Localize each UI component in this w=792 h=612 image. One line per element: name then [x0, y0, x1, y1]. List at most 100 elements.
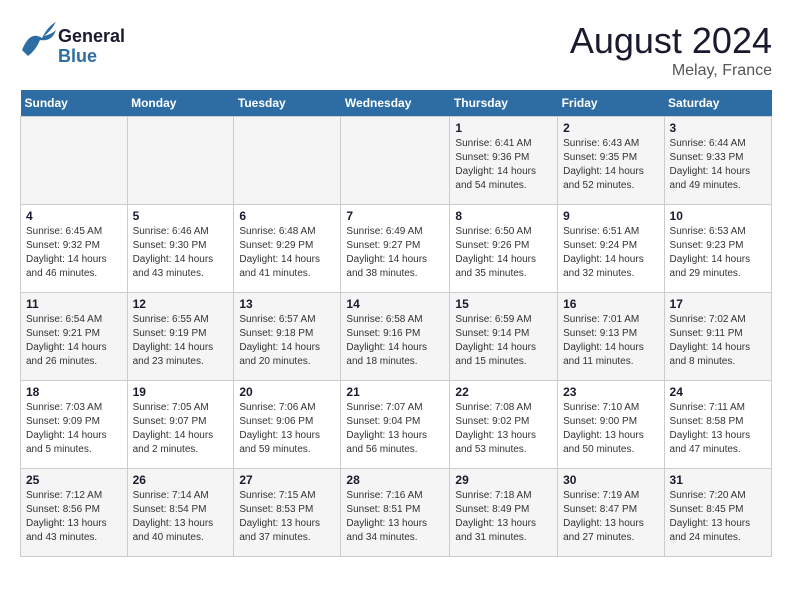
day-info: Sunrise: 7:01 AM Sunset: 9:13 PM Dayligh… [563, 313, 658, 369]
calendar-week-2: 4 Sunrise: 6:45 AM Sunset: 9:32 PM Daylig… [21, 205, 772, 293]
day-info: Sunrise: 7:03 AM Sunset: 9:09 PM Dayligh… [26, 401, 122, 457]
day-number: 30 [563, 473, 658, 487]
day-number: 4 [26, 209, 122, 223]
calendar-cell: 7 Sunrise: 6:49 AM Sunset: 9:27 PM Daylig… [341, 205, 450, 293]
day-number: 1 [455, 121, 552, 135]
calendar-cell: 28 Sunrise: 7:16 AM Sunset: 8:51 PM Dayli… [341, 469, 450, 557]
day-info: Sunrise: 6:43 AM Sunset: 9:35 PM Dayligh… [563, 137, 658, 193]
title-section: August 2024 Melay, France [570, 20, 772, 80]
day-info: Sunrise: 6:46 AM Sunset: 9:30 PM Dayligh… [133, 225, 229, 281]
day-info: Sunrise: 7:16 AM Sunset: 8:51 PM Dayligh… [346, 489, 444, 545]
weekday-header-thursday: Thursday [450, 90, 558, 117]
calendar-cell: 17 Sunrise: 7:02 AM Sunset: 9:11 PM Dayli… [664, 293, 771, 381]
calendar-cell: 24Sunrise: 7:11 AM Sunset: 8:58 PM Dayli… [664, 381, 771, 469]
day-number: 25 [26, 473, 122, 487]
calendar-cell: 21 Sunrise: 7:07 AM Sunset: 9:04 PM Dayli… [341, 381, 450, 469]
calendar-cell: 5 Sunrise: 6:46 AM Sunset: 9:30 PM Daylig… [127, 205, 234, 293]
day-info: Sunrise: 7:10 AM Sunset: 9:00 PM Dayligh… [563, 401, 658, 457]
day-number: 12 [133, 297, 229, 311]
day-number: 18 [26, 385, 122, 399]
day-number: 19 [133, 385, 229, 399]
calendar-cell: 18 Sunrise: 7:03 AM Sunset: 9:09 PM Dayli… [21, 381, 128, 469]
day-number: 20 [239, 385, 335, 399]
day-info: Sunrise: 6:44 AM Sunset: 9:33 PM Dayligh… [670, 137, 766, 193]
day-number: 13 [239, 297, 335, 311]
weekday-header-tuesday: Tuesday [234, 90, 341, 117]
day-number: 17 [670, 297, 766, 311]
day-number: 21 [346, 385, 444, 399]
day-info: Sunrise: 7:08 AM Sunset: 9:02 PM Dayligh… [455, 401, 552, 457]
day-info: Sunrise: 6:49 AM Sunset: 9:27 PM Dayligh… [346, 225, 444, 281]
day-number: 11 [26, 297, 122, 311]
calendar-week-4: 18 Sunrise: 7:03 AM Sunset: 9:09 PM Dayli… [21, 381, 772, 469]
calendar-cell: 14Sunrise: 6:58 AM Sunset: 9:16 PM Dayli… [341, 293, 450, 381]
weekday-header-friday: Friday [558, 90, 664, 117]
calendar-cell: 10 Sunrise: 6:53 AM Sunset: 9:23 PM Dayli… [664, 205, 771, 293]
day-number: 10 [670, 209, 766, 223]
calendar-cell [21, 117, 128, 205]
calendar-cell: 22 Sunrise: 7:08 AM Sunset: 9:02 PM Dayli… [450, 381, 558, 469]
day-number: 8 [455, 209, 552, 223]
day-info: Sunrise: 6:53 AM Sunset: 9:23 PM Dayligh… [670, 225, 766, 281]
calendar-cell: 12 Sunrise: 6:55 AM Sunset: 9:19 PM Dayli… [127, 293, 234, 381]
weekday-header-sunday: Sunday [21, 90, 128, 117]
day-number: 15 [455, 297, 552, 311]
day-info: Sunrise: 7:18 AM Sunset: 8:49 PM Dayligh… [455, 489, 552, 545]
day-info: Sunrise: 7:02 AM Sunset: 9:11 PM Dayligh… [670, 313, 766, 369]
calendar-cell: 16Sunrise: 7:01 AM Sunset: 9:13 PM Dayli… [558, 293, 664, 381]
day-info: Sunrise: 7:07 AM Sunset: 9:04 PM Dayligh… [346, 401, 444, 457]
day-number: 6 [239, 209, 335, 223]
svg-text:Blue: Blue [58, 46, 97, 66]
calendar-cell [341, 117, 450, 205]
day-number: 5 [133, 209, 229, 223]
day-info: Sunrise: 7:20 AM Sunset: 8:45 PM Dayligh… [670, 489, 766, 545]
day-info: Sunrise: 7:15 AM Sunset: 8:53 PM Dayligh… [239, 489, 335, 545]
day-info: Sunrise: 6:55 AM Sunset: 9:19 PM Dayligh… [133, 313, 229, 369]
logo-svg: GeneralBlue [20, 20, 140, 70]
calendar-cell: 15 Sunrise: 6:59 AM Sunset: 9:14 PM Dayli… [450, 293, 558, 381]
calendar-cell: 2 Sunrise: 6:43 AM Sunset: 9:35 PM Daylig… [558, 117, 664, 205]
day-number: 24 [670, 385, 766, 399]
svg-text:General: General [58, 26, 125, 46]
day-info: Sunrise: 6:48 AM Sunset: 9:29 PM Dayligh… [239, 225, 335, 281]
day-info: Sunrise: 7:05 AM Sunset: 9:07 PM Dayligh… [133, 401, 229, 457]
day-number: 7 [346, 209, 444, 223]
calendar-cell: 27 Sunrise: 7:15 AM Sunset: 8:53 PM Dayli… [234, 469, 341, 557]
calendar-week-3: 11Sunrise: 6:54 AM Sunset: 9:21 PM Dayli… [21, 293, 772, 381]
calendar-cell: 6 Sunrise: 6:48 AM Sunset: 9:29 PM Daylig… [234, 205, 341, 293]
day-number: 22 [455, 385, 552, 399]
calendar-cell: 23 Sunrise: 7:10 AM Sunset: 9:00 PM Dayli… [558, 381, 664, 469]
day-info: Sunrise: 7:14 AM Sunset: 8:54 PM Dayligh… [133, 489, 229, 545]
calendar-cell: 26Sunrise: 7:14 AM Sunset: 8:54 PM Dayli… [127, 469, 234, 557]
calendar-cell: 4 Sunrise: 6:45 AM Sunset: 9:32 PM Daylig… [21, 205, 128, 293]
day-info: Sunrise: 6:41 AM Sunset: 9:36 PM Dayligh… [455, 137, 552, 193]
weekday-header-wednesday: Wednesday [341, 90, 450, 117]
weekday-header-saturday: Saturday [664, 90, 771, 117]
calendar-cell: 29 Sunrise: 7:18 AM Sunset: 8:49 PM Dayli… [450, 469, 558, 557]
page-header: GeneralBlue August 2024 Melay, France [20, 20, 772, 80]
calendar-cell: 9Sunrise: 6:51 AM Sunset: 9:24 PM Daylig… [558, 205, 664, 293]
day-number: 2 [563, 121, 658, 135]
day-number: 23 [563, 385, 658, 399]
logo: GeneralBlue [20, 20, 140, 70]
day-info: Sunrise: 6:57 AM Sunset: 9:18 PM Dayligh… [239, 313, 335, 369]
day-info: Sunrise: 6:50 AM Sunset: 9:26 PM Dayligh… [455, 225, 552, 281]
weekday-header-row: SundayMondayTuesdayWednesdayThursdayFrid… [21, 90, 772, 117]
calendar-cell [234, 117, 341, 205]
calendar-cell: 20Sunrise: 7:06 AM Sunset: 9:06 PM Dayli… [234, 381, 341, 469]
day-info: Sunrise: 6:59 AM Sunset: 9:14 PM Dayligh… [455, 313, 552, 369]
calendar-week-1: 1 Sunrise: 6:41 AM Sunset: 9:36 PM Daylig… [21, 117, 772, 205]
day-number: 3 [670, 121, 766, 135]
calendar-cell: 3 Sunrise: 6:44 AM Sunset: 9:33 PM Daylig… [664, 117, 771, 205]
day-number: 27 [239, 473, 335, 487]
day-number: 31 [670, 473, 766, 487]
day-info: Sunrise: 6:51 AM Sunset: 9:24 PM Dayligh… [563, 225, 658, 281]
day-number: 28 [346, 473, 444, 487]
day-info: Sunrise: 6:45 AM Sunset: 9:32 PM Dayligh… [26, 225, 122, 281]
day-info: Sunrise: 7:19 AM Sunset: 8:47 PM Dayligh… [563, 489, 658, 545]
calendar-cell: 13 Sunrise: 6:57 AM Sunset: 9:18 PM Dayli… [234, 293, 341, 381]
calendar-cell: 31 Sunrise: 7:20 AM Sunset: 8:45 PM Dayli… [664, 469, 771, 557]
weekday-header-monday: Monday [127, 90, 234, 117]
day-number: 29 [455, 473, 552, 487]
month-year-title: August 2024 [570, 20, 772, 62]
